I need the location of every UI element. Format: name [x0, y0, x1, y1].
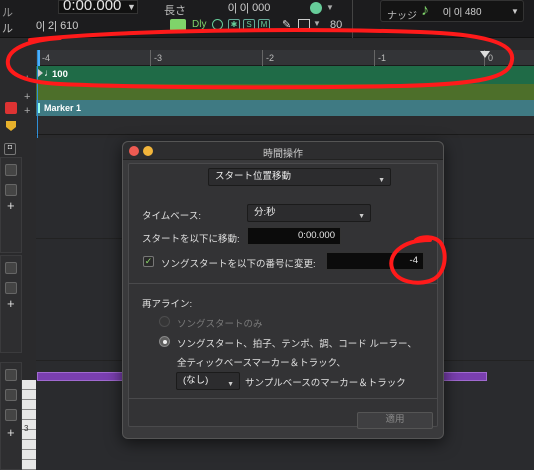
tempo-track[interactable]: ♩ 100	[36, 66, 534, 84]
song-start-checkbox[interactable]: ✓	[143, 256, 154, 267]
tempo-value: 100	[52, 69, 68, 80]
ruler-label: -3	[154, 53, 163, 63]
ruler-tick	[150, 50, 151, 66]
main-time-value: 0:00.000	[63, 0, 122, 14]
timebase-label: タイムベース:	[142, 211, 201, 222]
mute-button[interactable]: M	[258, 19, 270, 31]
nudge-value[interactable]: 0| 0| 480	[443, 7, 482, 18]
tempo-expand-plus[interactable]: +	[24, 69, 30, 87]
radio-realign-all-label[interactable]: ソングスタート、拍子、テンポ、調、コード ルーラー、	[177, 336, 417, 350]
main-time-caret-icon: ▼	[127, 2, 136, 12]
solo-button[interactable]: S	[243, 19, 255, 31]
dialog-body: スタート位置移動 ▼ タイムベース: 分:秒 ▼ スタートを以下に移動: 0:0…	[128, 163, 438, 429]
topbar-left-label: ル	[2, 7, 13, 19]
timebase-select-value: 分:秒	[254, 207, 276, 218]
metronome-caret-icon: ▼	[326, 3, 334, 12]
note-icon[interactable]: ♪	[421, 2, 429, 20]
value-80[interactable]: 80	[330, 19, 342, 31]
move-start-field[interactable]: 0:00.000	[247, 227, 341, 245]
track-list-button[interactable]	[5, 389, 17, 401]
marker-expand-plus[interactable]: +	[24, 101, 30, 119]
topbar-left-label-2: ル	[2, 23, 13, 35]
track-header-2: +	[0, 255, 22, 353]
track-monitor-button[interactable]	[5, 262, 17, 274]
apply-button[interactable]: 適用	[357, 412, 433, 429]
quantize-icon[interactable]	[298, 19, 310, 29]
time-operation-dialog: 時間操作 スタート位置移動 ▼ タイムベース: 分:秒 ▼ スタートを以下に移動…	[122, 141, 444, 439]
chevron-down-icon: ▼	[227, 381, 234, 388]
move-start-label: スタートを以下に移動:	[142, 234, 240, 245]
track-header-3: +	[0, 362, 22, 470]
radio-song-start-only-label: ソングスタートのみ	[177, 319, 263, 330]
samplebased-select-value: (なし)	[183, 375, 209, 386]
position-readout: 0| 2| 610	[36, 20, 79, 32]
nudge-label: ナッジ	[387, 11, 417, 22]
transport-bar: ル ル 0| 2| 610 0:00.000 ▼ 長さ 0| 0| 000 Dl…	[0, 0, 534, 38]
add-track-plus[interactable]: +	[7, 296, 15, 311]
radio-realign-all[interactable]	[159, 336, 170, 347]
track-list-button[interactable]	[5, 184, 17, 196]
samplebased-select[interactable]: (なし) ▼	[176, 372, 240, 390]
track-monitor-button[interactable]	[5, 164, 17, 176]
length-label: 長さ	[164, 5, 186, 17]
divider	[352, 0, 353, 38]
song-start-marker[interactable]	[38, 50, 40, 66]
operation-select[interactable]: スタート位置移動 ▼	[208, 168, 391, 186]
chord-track[interactable]	[36, 84, 534, 100]
operation-select-value: スタート位置移動	[215, 171, 292, 182]
ruler-tick	[262, 50, 263, 66]
song-start-number-field[interactable]: -4	[326, 252, 424, 270]
track-settings-button[interactable]	[5, 409, 17, 421]
track-button[interactable]: ◘	[4, 143, 16, 155]
song-start-check-label[interactable]: ソングスタートを以下の番号に変更:	[161, 256, 316, 270]
piano-keys[interactable]: 3	[22, 380, 36, 470]
marker-record-button[interactable]	[5, 102, 17, 114]
track-monitor-button[interactable]	[5, 369, 17, 381]
dialog-title: 時間操作	[263, 149, 303, 160]
ruler-tick	[374, 50, 375, 66]
snowflake-icon[interactable]: ✱	[228, 19, 240, 31]
ruler-label: -1	[378, 53, 387, 63]
chevron-down-icon: ▼	[358, 213, 365, 220]
dly-knob-icon[interactable]	[212, 19, 223, 30]
quantize-caret-icon: ▼	[313, 19, 321, 28]
ruler-label: -4	[42, 53, 51, 63]
marker-name[interactable]: Marker 1	[44, 103, 81, 113]
ruler-label: 0	[488, 53, 494, 63]
dly-label[interactable]: Dly	[192, 19, 206, 30]
radio-song-start-only[interactable]	[159, 316, 170, 327]
arranger-track	[36, 117, 534, 135]
add-track-plus[interactable]: +	[7, 198, 15, 213]
tempo-arrow-icon	[38, 69, 43, 77]
nudge-box: ナッジ ♪ 0| 0| 480 ▼	[380, 0, 524, 22]
pencil-icon[interactable]: ✎	[282, 18, 291, 31]
track-list-button[interactable]	[5, 282, 17, 294]
loop-icon[interactable]	[170, 19, 186, 31]
length-value: 0| 0| 000	[228, 2, 271, 14]
timebase-select[interactable]: 分:秒 ▼	[247, 204, 371, 222]
divider	[129, 283, 437, 284]
dialog-titlebar[interactable]: 時間操作	[123, 142, 443, 160]
divider	[129, 398, 437, 399]
ruler-label: -2	[266, 53, 275, 63]
main-time-display[interactable]: 0:00.000 ▼	[58, 0, 138, 14]
daw-window: ル ル 0| 2| 610 0:00.000 ▼ 長さ 0| 0| 000 Dl…	[0, 0, 534, 470]
chevron-down-icon: ▼	[378, 177, 385, 184]
track-header-1: +	[0, 157, 22, 253]
add-track-plus[interactable]: +	[7, 425, 15, 440]
marker-track[interactable]: Marker 1	[36, 100, 534, 116]
octave-label: 3	[24, 424, 29, 433]
realign-label: 再アライン:	[142, 299, 193, 310]
samplebased-label: サンプルベースのマーカー＆トラック	[245, 378, 406, 389]
nudge-caret-icon: ▼	[511, 7, 519, 16]
metronome-icon[interactable]	[310, 2, 322, 14]
timeline-ruler[interactable]: -4 -3 -2 -1 0	[36, 50, 534, 66]
radio-realign-all-label-2: 全ティックベースマーカー＆トラック、	[177, 358, 346, 369]
